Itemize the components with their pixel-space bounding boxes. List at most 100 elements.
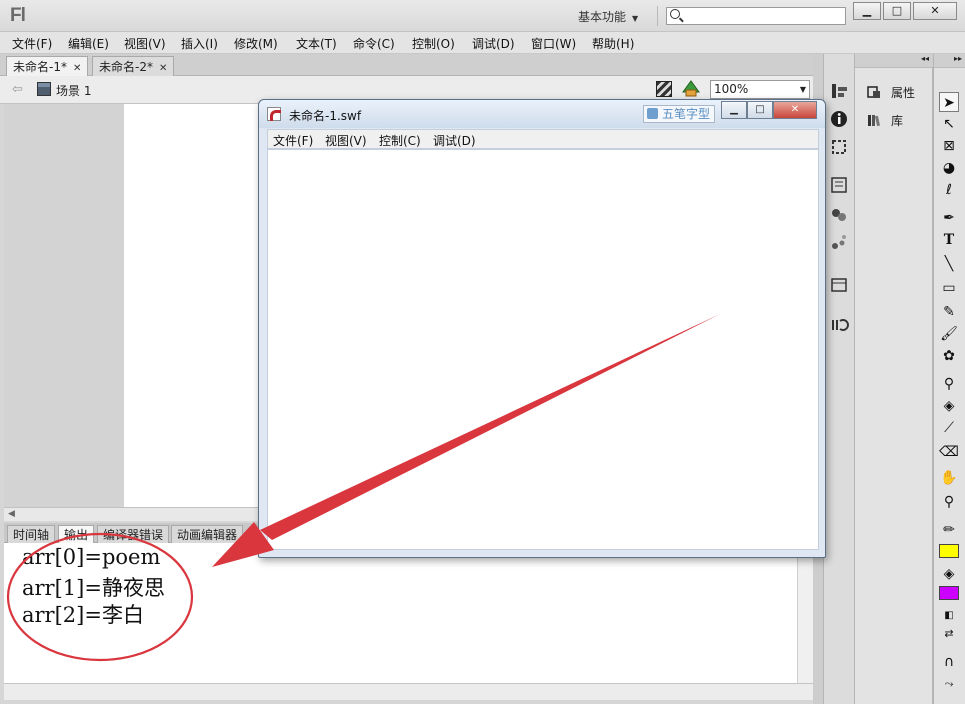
line-tool-icon[interactable]: ╲ xyxy=(939,254,959,274)
color-icon[interactable] xyxy=(829,176,849,194)
chevron-down-icon: ▼ xyxy=(799,85,806,94)
tab-output[interactable]: 输出 xyxy=(58,525,95,543)
zoom-tool-icon[interactable]: ⚲ xyxy=(939,492,959,512)
output-line: arr[1]=静夜思 xyxy=(22,576,165,600)
deco-tool-icon[interactable]: ✿ xyxy=(939,346,959,366)
transform-icon[interactable] xyxy=(829,138,849,156)
edit-symbols-icon[interactable] xyxy=(682,80,700,98)
library-panel-icon[interactable] xyxy=(829,276,849,294)
app-title-bar: Fl 基本功能 ▼ ▁ □ ✕ xyxy=(0,0,965,32)
zoom-value: 100% xyxy=(714,82,749,96)
black-white-icon[interactable]: ◧ xyxy=(939,606,959,626)
swf-title-bar: 未命名-1.swf 五笔字型 ▁ □ ✕ xyxy=(259,100,825,128)
library-label: 库 xyxy=(891,114,904,128)
info-icon[interactable] xyxy=(829,110,849,128)
tab-document-2[interactable]: 未命名-2* ✕ xyxy=(92,56,175,76)
output-horizontal-scrollbar[interactable] xyxy=(4,683,813,700)
properties-library-panel: ◂◂ 属性 库 xyxy=(855,54,933,704)
components-icon[interactable] xyxy=(829,234,849,252)
edit-scene-icon[interactable] xyxy=(656,81,672,97)
workspace-switcher[interactable]: 基本功能 ▼ xyxy=(578,8,638,25)
output-vertical-scrollbar[interactable] xyxy=(797,543,813,683)
ime-indicator[interactable]: 五笔字型 xyxy=(643,105,716,123)
chevron-down-icon: ▼ xyxy=(632,14,639,23)
tab-timeline[interactable]: 时间轴 xyxy=(7,525,56,543)
menu-control[interactable]: 控制(O) xyxy=(412,35,455,52)
menu-text[interactable]: 文本(T) xyxy=(296,35,337,52)
fill-color-swatch[interactable] xyxy=(939,586,959,600)
menu-debug[interactable]: 调试(D) xyxy=(472,35,515,52)
menu-view[interactable]: 视图(V) xyxy=(124,35,166,52)
menu-file[interactable]: 文件(F) xyxy=(12,35,52,52)
tab-label: 未命名-2* xyxy=(99,60,153,74)
menu-edit[interactable]: 编辑(E) xyxy=(68,35,109,52)
snap-magnet-icon[interactable]: ∩ xyxy=(939,652,959,672)
help-search-input[interactable] xyxy=(666,7,846,25)
swf-menu-debug[interactable]: 调试(D) xyxy=(433,132,476,149)
tools-panel: ▸▸ ➤ ↖ ⊠ ◕ ℓ ✒ T ╲ ▭ ✎ 🖌︎ ✿ ⚲ ◈ ⟋ ⌫ ✋ ⚲ … xyxy=(933,54,965,704)
swf-content-area[interactable] xyxy=(267,149,819,550)
workspace-label: 基本功能 xyxy=(578,10,627,24)
eyedropper-tool-icon[interactable]: ⟋ xyxy=(939,418,959,438)
pen-tool-icon[interactable]: ✒ xyxy=(939,208,959,228)
swf-maximize-button[interactable]: □ xyxy=(747,101,773,119)
output-panel[interactable]: arr[0]=poem arr[1]=静夜思 arr[2]=李白 xyxy=(4,543,797,683)
stroke-color-swatch[interactable] xyxy=(939,544,959,558)
flash-player-icon xyxy=(267,107,281,121)
scene-label[interactable]: 场景 1 xyxy=(56,82,91,99)
paint-bucket-tool-icon[interactable]: ◈ xyxy=(939,396,959,416)
library-panel-button[interactable]: 库 xyxy=(867,112,903,129)
swf-close-button[interactable]: ✕ xyxy=(773,101,817,119)
brush-tool-icon[interactable]: 🖌︎ xyxy=(939,324,959,344)
document-tabs: 未命名-1* ✕ 未命名-2* ✕ xyxy=(0,54,813,76)
swap-colors-icon[interactable]: ⇄ xyxy=(939,624,959,644)
history-icon[interactable] xyxy=(829,316,849,334)
back-arrow-icon[interactable]: ⇦ xyxy=(12,82,23,97)
hand-tool-icon[interactable]: ✋ xyxy=(939,468,959,488)
menu-bar: 文件(F) 编辑(E) 视图(V) 插入(I) 修改(M) 文本(T) 命令(C… xyxy=(0,32,965,54)
fill-color-icon[interactable]: ◈ xyxy=(939,564,959,584)
text-tool-icon[interactable]: T xyxy=(939,230,959,250)
swatches-icon[interactable] xyxy=(829,206,849,224)
3d-rotation-tool-icon[interactable]: ◕ xyxy=(939,158,959,178)
menu-window[interactable]: 窗口(W) xyxy=(531,35,576,52)
tab-document-1[interactable]: 未命名-1* ✕ xyxy=(6,56,89,76)
close-icon[interactable]: ✕ xyxy=(73,63,81,74)
swf-player-window: 未命名-1.swf 五笔字型 ▁ □ ✕ 文件(F) 视图(V) 控制(C) 调… xyxy=(258,99,826,558)
properties-panel-button[interactable]: 属性 xyxy=(867,84,915,101)
scroll-left-icon[interactable]: ◀ xyxy=(8,509,15,519)
swf-menu-view[interactable]: 视图(V) xyxy=(325,132,367,149)
lasso-tool-icon[interactable]: ℓ xyxy=(939,180,959,200)
close-button[interactable]: ✕ xyxy=(913,2,957,20)
swf-menu-file[interactable]: 文件(F) xyxy=(273,132,313,149)
align-icon[interactable] xyxy=(829,82,849,100)
swf-minimize-button[interactable]: ▁ xyxy=(721,101,747,119)
eraser-tool-icon[interactable]: ⌫ xyxy=(939,442,959,462)
output-line: arr[2]=李白 xyxy=(22,603,144,627)
subselection-tool-icon[interactable]: ↖ xyxy=(939,114,959,134)
panel-collapse-header[interactable]: ◂◂ xyxy=(855,54,933,68)
smooth-icon[interactable]: ⤳ xyxy=(939,674,959,694)
zoom-select[interactable]: 100% ▼ xyxy=(710,80,810,99)
tab-motion-editor[interactable]: 动画编辑器 xyxy=(171,525,244,543)
menu-modify[interactable]: 修改(M) xyxy=(234,35,278,52)
menu-commands[interactable]: 命令(C) xyxy=(353,35,395,52)
maximize-button[interactable]: □ xyxy=(883,2,911,20)
pencil-tool-icon[interactable]: ✎ xyxy=(939,302,959,322)
free-transform-tool-icon[interactable]: ⊠ xyxy=(939,136,959,156)
tab-compiler-errors[interactable]: 编译器错误 xyxy=(97,525,170,543)
collapsed-panel-icons xyxy=(823,54,855,704)
selection-tool-icon[interactable]: ➤ xyxy=(939,92,959,112)
rectangle-tool-icon[interactable]: ▭ xyxy=(939,278,959,298)
close-icon[interactable]: ✕ xyxy=(159,63,167,74)
menu-insert[interactable]: 插入(I) xyxy=(181,35,218,52)
properties-label: 属性 xyxy=(891,86,916,100)
menu-help[interactable]: 帮助(H) xyxy=(592,35,634,52)
minimize-button[interactable]: ▁ xyxy=(853,2,881,20)
swf-window-title: 未命名-1.swf xyxy=(289,109,362,123)
panel-collapse-header[interactable]: ▸▸ xyxy=(934,54,965,68)
stroke-color-icon[interactable]: ✏ xyxy=(939,520,959,540)
bone-tool-icon[interactable]: ⚲ xyxy=(939,374,959,394)
swf-menu-control[interactable]: 控制(C) xyxy=(379,132,421,149)
search-icon xyxy=(670,9,680,19)
